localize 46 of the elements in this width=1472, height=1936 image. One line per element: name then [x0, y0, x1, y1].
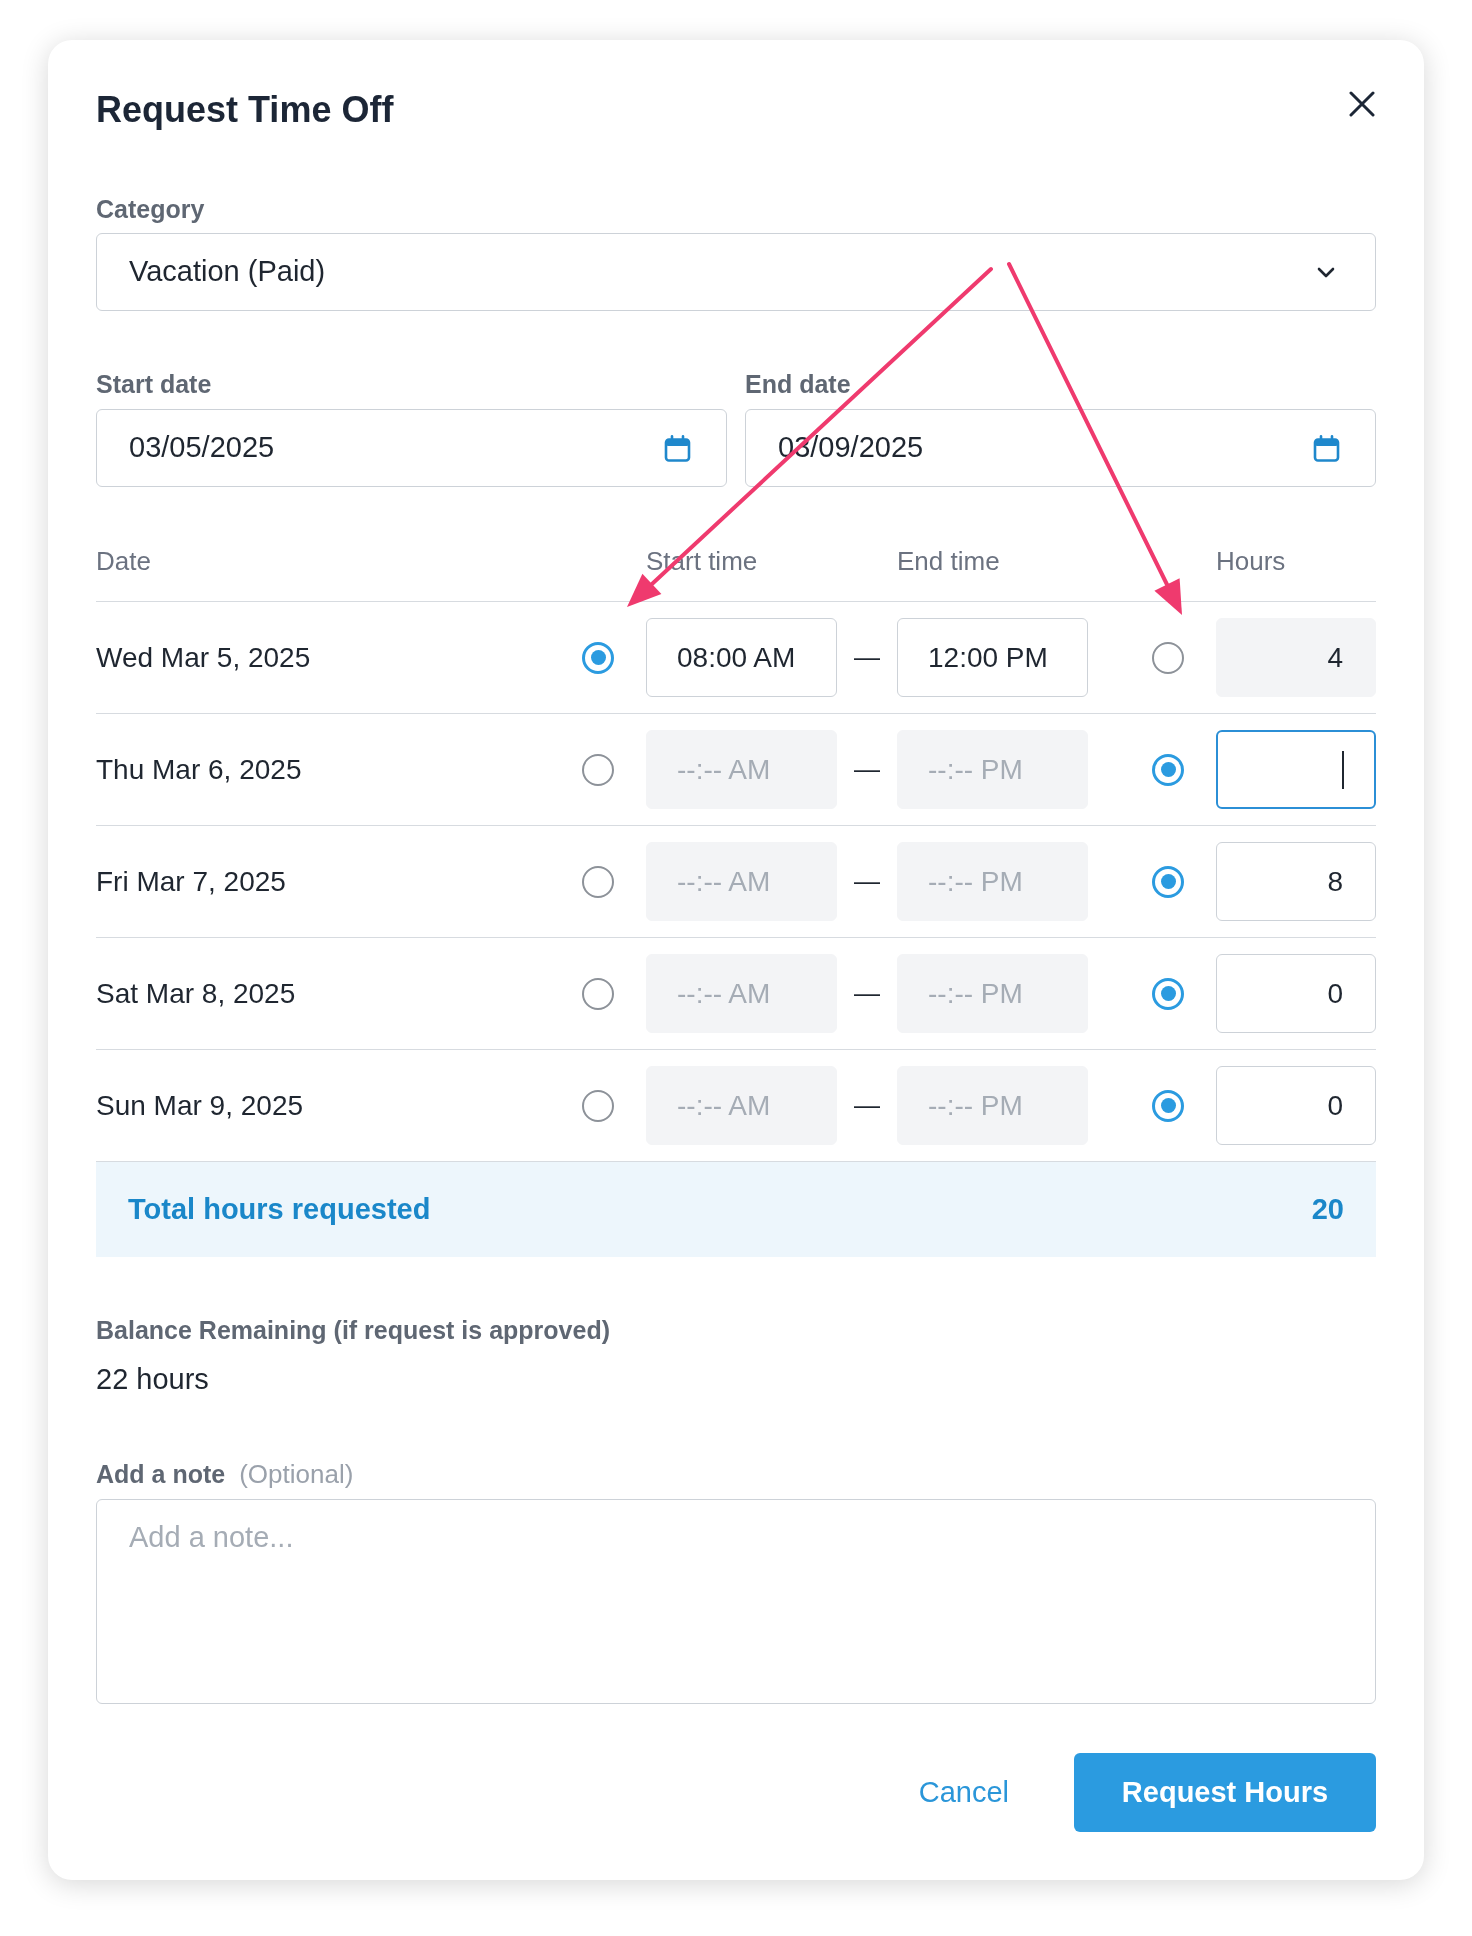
column-header: End time	[897, 546, 1001, 576]
calendar-icon	[1313, 434, 1340, 462]
total-value: 20	[1311, 1191, 1344, 1227]
category-label: Category	[96, 195, 205, 223]
optional-hint: (Optional)	[239, 1459, 354, 1489]
balance-label: Balance Remaining (if request is approved)	[96, 1316, 610, 1344]
hours-radio[interactable]	[1152, 753, 1184, 786]
category-select[interactable]: Vacation (Paid)	[96, 233, 1376, 311]
range-dash: —	[854, 865, 880, 898]
time-range-radio[interactable]	[582, 977, 614, 1010]
hours-field[interactable]: 0	[1216, 1066, 1376, 1145]
start-date-label: Start date	[96, 370, 212, 398]
chevron-down-icon	[1317, 266, 1335, 278]
calendar-icon	[664, 434, 691, 462]
balance-value: 22 hours	[96, 1363, 209, 1395]
note-label: Add a note	[96, 1459, 226, 1489]
start-date-field[interactable]: 03/05/2025	[96, 409, 727, 487]
range-dash: —	[854, 753, 880, 786]
date-cell-text: Thu Mar 6, 2025	[96, 752, 303, 787]
hours-field[interactable]: 8	[1216, 842, 1376, 921]
hours-radio[interactable]	[1152, 865, 1184, 898]
time-range-radio[interactable]	[582, 1089, 614, 1122]
range-dash: —	[854, 641, 880, 674]
end-time-field[interactable]: 12:00 PM	[897, 618, 1088, 697]
dialog-title: Request Time Off	[96, 90, 394, 130]
hours-field[interactable]	[1216, 730, 1376, 809]
date-cell-text: Sat Mar 8, 2025	[96, 976, 297, 1011]
range-dash: —	[854, 1089, 880, 1122]
start-time-field[interactable]: 08:00 AM	[646, 618, 837, 697]
time-range-radio[interactable]	[582, 641, 614, 674]
column-header: Hours	[1216, 546, 1287, 576]
time-range-radio[interactable]	[582, 865, 614, 898]
hours-radio[interactable]	[1152, 1089, 1184, 1122]
total-label: Total hours requested	[128, 1191, 431, 1227]
end-date-label: End date	[745, 370, 851, 398]
date-cell-text: Wed Mar 5, 2025	[96, 640, 312, 675]
range-dash: —	[854, 977, 880, 1010]
close-icon[interactable]	[1349, 91, 1375, 117]
note-field[interactable]: Add a note...	[96, 1499, 1376, 1704]
date-cell-text: Fri Mar 7, 2025	[96, 864, 287, 899]
column-header: Date	[96, 546, 152, 576]
hours-radio[interactable]	[1152, 641, 1184, 674]
date-cell-text: Sun Mar 9, 2025	[96, 1088, 305, 1123]
time-range-radio[interactable]	[582, 753, 614, 786]
hours-radio[interactable]	[1152, 977, 1184, 1010]
hours-field[interactable]: 0	[1216, 954, 1376, 1033]
